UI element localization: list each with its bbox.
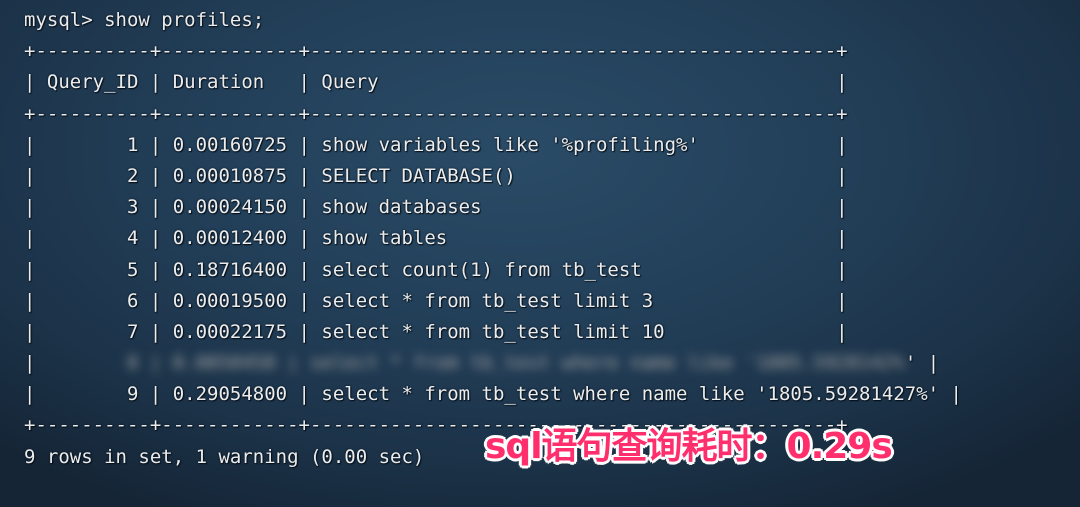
- terminal-screenshot: { "prompt": { "line": "mysql> show profi…: [0, 0, 1080, 507]
- mysql-prompt-line: mysql> show profiles;: [24, 9, 265, 31]
- table-row-blurred: | 8 | 0.0050450 | select * from tb_test …: [24, 348, 962, 379]
- table-row: | 2 | 0.00010875 | SELECT DATABASE() |: [24, 164, 848, 187]
- table-row: | 9 | 0.29054800 | select * from tb_test…: [24, 383, 962, 406]
- table-row: | 4 | 0.00012400 | show tables |: [24, 227, 848, 250]
- table-row: | 7 | 0.00022175 | select * from tb_test…: [24, 320, 848, 343]
- table-header-border: +----------+------------+---------------…: [24, 102, 848, 125]
- table-header-row: | Query_ID | Duration | Query |: [24, 71, 848, 94]
- table-row: | 5 | 0.18716400 | select count(1) from …: [24, 258, 848, 281]
- redacted-row-content: 8 | 0.0050450 | select * from tb_test wh…: [126, 352, 905, 375]
- terminal-output: mysql> show profiles; +----------+-------…: [24, 5, 962, 473]
- query-time-annotation: sql语句查询耗时：0.29s: [485, 426, 893, 467]
- row-prefix: |: [24, 352, 127, 375]
- table-top-border: +----------+------------+---------------…: [24, 40, 848, 63]
- table-row: | 1 | 0.00160725 | show variables like '…: [24, 133, 848, 156]
- table-row: | 3 | 0.00024150 | show databases |: [24, 196, 848, 219]
- row-suffix: ' |: [904, 352, 940, 375]
- table-row: | 6 | 0.00019500 | select * from tb_test…: [24, 289, 848, 312]
